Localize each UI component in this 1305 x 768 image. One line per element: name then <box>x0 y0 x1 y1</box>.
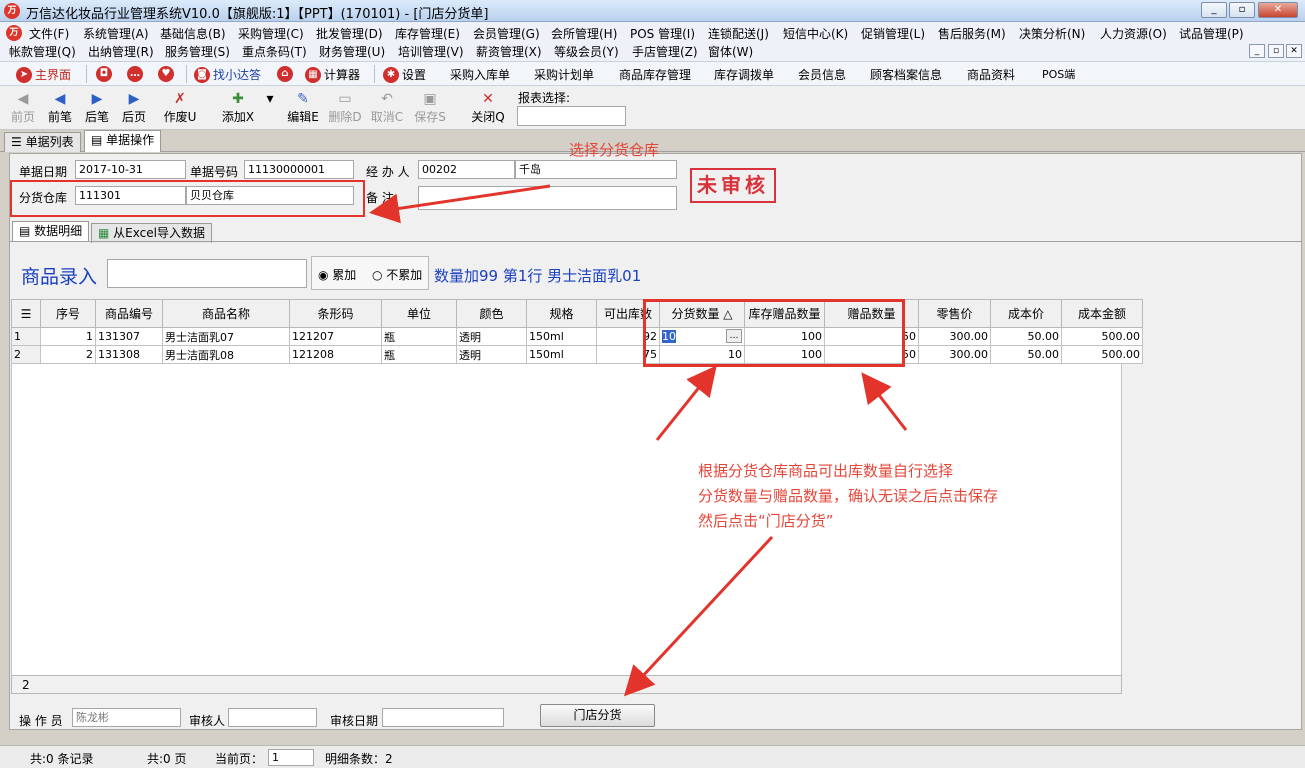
arrow-to-dist-qty <box>655 365 717 441</box>
status-bar: 共:0 条记录 共:0 页 当前页： 1 明细条数：2 <box>0 745 1305 768</box>
arrow-to-gift-qty <box>861 372 908 431</box>
current-page-input[interactable]: 1 <box>268 749 314 766</box>
detail-count: 明细条数：2 <box>325 752 393 766</box>
record-count: 共:0 条记录 <box>30 752 94 766</box>
arrow-to-warehouse <box>369 184 551 224</box>
arrow-to-store-button <box>623 535 774 697</box>
annotation-arrows <box>369 184 908 697</box>
page-count: 共:0 页 <box>147 752 187 766</box>
current-page-label: 当前页： <box>215 752 264 766</box>
